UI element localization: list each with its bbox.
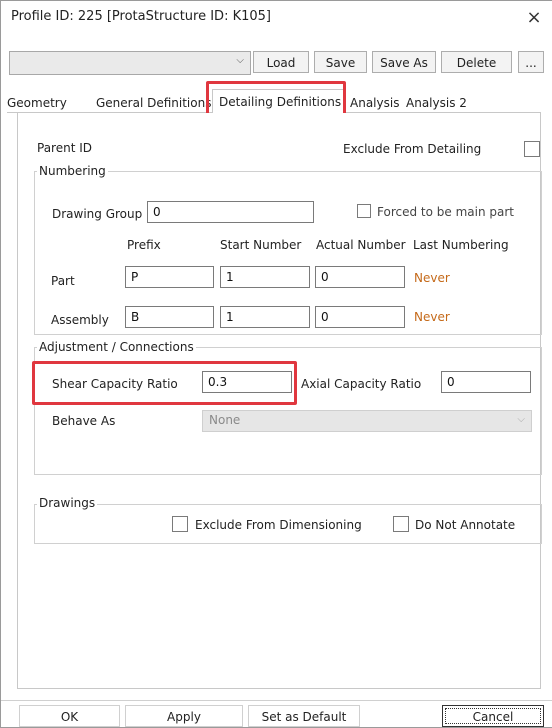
exclude-from-detailing-checkbox[interactable] xyxy=(524,141,540,157)
save-as-button[interactable]: Save As xyxy=(372,51,436,73)
cancel-button[interactable]: Cancel xyxy=(442,705,544,727)
forced-main-part-label: Forced to be main part xyxy=(377,205,514,219)
forced-main-part-checkbox[interactable] xyxy=(357,204,371,218)
window-title: Profile ID: 225 [ProtaStructure ID: K105… xyxy=(11,9,271,24)
save-button[interactable]: Save xyxy=(314,51,367,73)
part-start-number-field[interactable]: 1 xyxy=(220,266,310,288)
shear-capacity-field[interactable]: 0.3 xyxy=(202,371,292,393)
assembly-last-numbering: Never xyxy=(414,310,450,324)
exclude-dimensioning-checkbox[interactable] xyxy=(172,516,188,532)
exclude-from-detailing-label: Exclude From Detailing xyxy=(343,142,482,156)
chevron-down-icon: ⌵ xyxy=(236,55,244,66)
delete-button[interactable]: Delete xyxy=(441,51,512,73)
tab-geometry[interactable]: Geometry xyxy=(7,94,67,112)
parent-id-label: Parent ID xyxy=(37,141,93,155)
behave-as-select[interactable]: None ⌵ xyxy=(202,410,532,432)
tab-general-definitions[interactable]: General Definitions xyxy=(96,94,211,112)
assembly-start-number-field[interactable]: 1 xyxy=(220,306,310,328)
actual-number-column-header: Actual Number xyxy=(316,238,406,252)
do-not-annotate-label: Do Not Annotate xyxy=(415,518,516,532)
part-last-numbering: Never xyxy=(414,271,450,285)
do-not-annotate-checkbox[interactable] xyxy=(393,516,409,532)
assembly-prefix-field[interactable]: B xyxy=(125,306,214,328)
drawing-group-field[interactable]: 0 xyxy=(147,201,314,223)
tab-analysis-2[interactable]: Analysis 2 xyxy=(406,94,467,112)
more-button[interactable]: ... xyxy=(518,51,544,73)
part-actual-number-field[interactable]: 0 xyxy=(315,266,405,288)
assembly-row-label: Assembly xyxy=(51,313,109,327)
set-as-default-button[interactable]: Set as Default xyxy=(248,705,360,727)
profile-select[interactable]: ⌵ xyxy=(9,51,251,75)
adjustment-legend: Adjustment / Connections xyxy=(37,340,196,354)
drawings-legend: Drawings xyxy=(37,496,98,510)
behave-as-value: None xyxy=(209,413,241,427)
footer-divider xyxy=(1,700,552,701)
chevron-down-icon: ⌵ xyxy=(517,414,525,425)
close-icon[interactable]: × xyxy=(524,7,544,28)
tab-detailing-definitions[interactable]: Detailing Definitions xyxy=(212,89,345,113)
axial-capacity-field[interactable]: 0 xyxy=(441,371,531,393)
apply-button[interactable]: Apply xyxy=(125,705,243,727)
ok-button[interactable]: OK xyxy=(19,705,120,727)
tab-analysis[interactable]: Analysis xyxy=(350,94,399,112)
dialog-window: Profile ID: 225 [ProtaStructure ID: K105… xyxy=(0,0,552,728)
prefix-column-header: Prefix xyxy=(127,238,161,252)
numbering-legend: Numbering xyxy=(37,164,108,178)
part-row-label: Part xyxy=(51,274,75,288)
start-number-column-header: Start Number xyxy=(220,238,302,252)
load-button[interactable]: Load xyxy=(253,51,309,73)
drawing-group-label: Drawing Group xyxy=(52,207,143,221)
assembly-actual-number-field[interactable]: 0 xyxy=(315,306,405,328)
last-numbering-column-header: Last Numbering xyxy=(413,238,509,252)
behave-as-label: Behave As xyxy=(52,414,116,428)
exclude-dimensioning-label: Exclude From Dimensioning xyxy=(195,518,362,532)
part-prefix-field[interactable]: P xyxy=(125,266,214,288)
shear-capacity-label: Shear Capacity Ratio xyxy=(52,377,178,391)
axial-capacity-label: Axial Capacity Ratio xyxy=(301,377,422,391)
